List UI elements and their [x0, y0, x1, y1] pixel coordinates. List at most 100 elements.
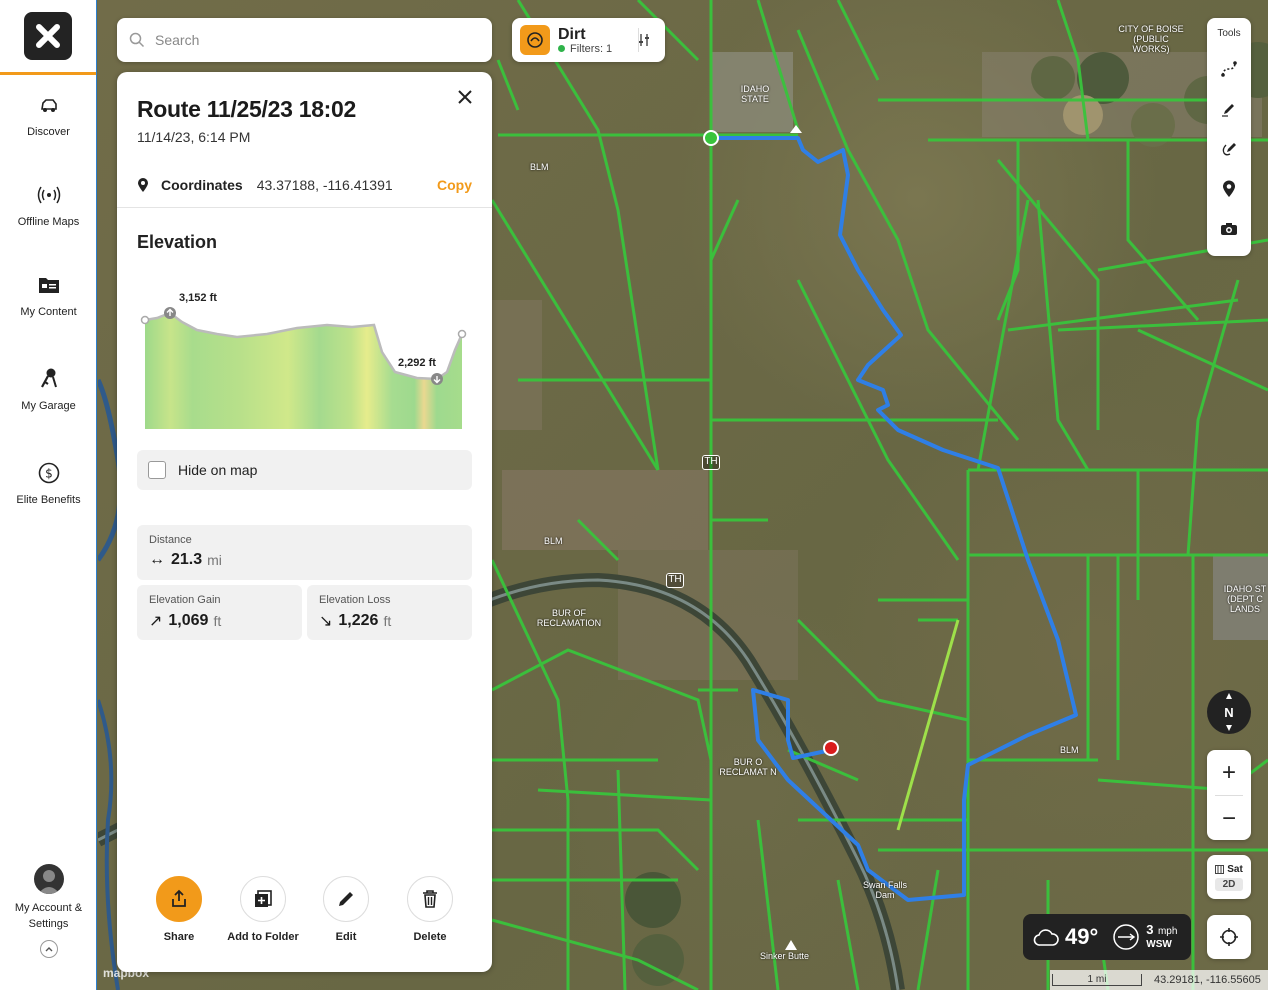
logo-area — [0, 0, 96, 75]
close-icon — [458, 90, 472, 104]
route-date: 11/14/23, 6:14 PM — [137, 129, 251, 145]
zoom-in-button[interactable]: + — [1207, 750, 1251, 795]
avatar — [33, 864, 64, 894]
draw-shape-tool[interactable] — [1215, 135, 1243, 163]
vehicle-discover-icon — [36, 92, 62, 118]
elevation-min-label: 2,292 ft — [398, 357, 436, 369]
share-icon — [156, 876, 202, 922]
stat-label: Elevation Loss — [319, 594, 391, 606]
elevation-heading: Elevation — [137, 232, 218, 252]
folder-content-icon — [36, 272, 62, 298]
trash-icon — [407, 876, 453, 922]
map-label-blm: BLM — [1060, 745, 1079, 755]
map-label-blm: BLM — [544, 536, 563, 546]
hide-on-map-checkbox[interactable] — [148, 461, 166, 479]
loss-value: 1,226 — [338, 612, 379, 629]
distance-unit: mi — [207, 552, 222, 568]
add-waypoint-tool[interactable] — [1215, 175, 1243, 203]
locate-me-button[interactable] — [1207, 915, 1251, 959]
filter-count: Filters: 1 — [570, 42, 613, 55]
sidebar-item-elite-benefits[interactable]: $ Elite Benefits — [0, 460, 97, 506]
gain-unit: ft — [213, 613, 222, 629]
temperature-value: 49° — [1065, 924, 1099, 949]
camera-icon — [1221, 223, 1237, 235]
loss-unit: ft — [383, 613, 392, 629]
status-dot — [558, 45, 565, 52]
zoom-controls: + − — [1207, 750, 1251, 840]
add-to-folder-button[interactable]: Add to Folder — [221, 876, 305, 943]
route-title: Route 11/25/23 18:02 — [137, 96, 357, 122]
onx-logo[interactable] — [24, 12, 72, 60]
chevron-up-icon[interactable] — [39, 940, 58, 958]
route-detail-panel: Route 11/25/23 18:02 11/14/23, 6:14 PM C… — [117, 72, 492, 972]
map-label-boise: CITY OF BOISE (PUBLIC WORKS) — [1118, 24, 1184, 54]
cloud-icon — [1033, 929, 1059, 946]
draw-line-tool[interactable] — [1215, 95, 1243, 123]
offline-signal-icon — [36, 182, 62, 208]
hide-on-map-label: Hide on map — [178, 462, 258, 478]
edit-button[interactable]: Edit — [304, 876, 388, 943]
weather-widget[interactable]: 49° 3 mph WSW — [1023, 914, 1191, 960]
dotted-path-icon — [1221, 61, 1237, 77]
svg-text:$: $ — [45, 467, 53, 481]
route-builder-tool[interactable] — [1215, 55, 1243, 83]
sidebar-item-label: Offline Maps — [17, 216, 80, 228]
coordinates-value: 43.37188, -116.41391 — [256, 177, 393, 193]
action-label: Share — [163, 931, 195, 943]
delete-button[interactable]: Delete — [388, 876, 472, 943]
map-label-idaho-st: IDAHO ST (DEPT C LANDS — [1223, 584, 1267, 614]
elevation-area — [145, 313, 462, 429]
map-label-bur-reclamation: BUR OF RECLAMATION — [536, 608, 602, 628]
keys-garage-icon — [36, 366, 62, 392]
shape-pen-icon — [1222, 143, 1236, 156]
map-label-swan-falls: Swan Falls Dam — [862, 880, 907, 900]
sidebar: Discover Offline Maps My Content My Gara… — [0, 0, 97, 990]
wind-compass-icon — [1113, 924, 1140, 950]
copy-coordinates-button[interactable]: Copy — [437, 177, 472, 193]
search-bar[interactable] — [117, 18, 492, 62]
sidebar-item-my-garage[interactable]: My Garage — [0, 366, 97, 412]
arrow-up-right-icon: ↗ — [149, 613, 163, 630]
trailhead-marker[interactable]: TH — [702, 455, 720, 470]
sidebar-item-discover[interactable]: Discover — [0, 92, 97, 138]
map-layer-filter[interactable]: Dirt Filters: 1 — [512, 18, 665, 62]
action-label: Add to Folder — [227, 931, 299, 943]
elevation-loss-stat: Elevation Loss ↘ 1,226 ft — [307, 585, 472, 640]
hide-on-map-toggle[interactable]: Hide on map — [137, 450, 472, 490]
trailhead-marker[interactable]: TH — [666, 573, 684, 588]
elevation-profile[interactable]: 3,152 ft 2,292 ft — [137, 282, 477, 432]
gain-value: 1,069 — [168, 612, 209, 629]
coordinates-label: Coordinates — [161, 177, 243, 193]
route-end-marker[interactable] — [823, 740, 839, 756]
sliders-icon[interactable] — [638, 33, 650, 47]
distance-stat: Distance ↔ 21.3 mi — [137, 525, 472, 580]
search-input[interactable] — [155, 32, 455, 48]
sidebar-item-label: Discover — [27, 126, 70, 138]
stat-label: Distance — [149, 534, 192, 546]
map-label-idaho-state: IDAHO STATE — [740, 84, 770, 104]
zoom-out-button[interactable]: − — [1207, 796, 1251, 841]
tools-label: Tools — [1217, 28, 1241, 39]
route-start-marker[interactable] — [703, 130, 719, 146]
map-layers-icon — [1215, 864, 1225, 874]
map-label-bur-reclamation: BUR O RECLAMAT N — [719, 757, 777, 777]
dollar-circle-icon: $ — [36, 460, 62, 486]
close-button[interactable] — [454, 86, 476, 108]
distance-value: 21.3 — [171, 551, 203, 568]
sidebar-item-my-content[interactable]: My Content — [0, 272, 97, 318]
peak-marker — [785, 940, 797, 950]
pencil-icon — [323, 876, 369, 922]
stat-label: Elevation Gain — [149, 594, 221, 606]
sidebar-item-account[interactable]: My Account & Settings — [0, 864, 97, 958]
arrow-down-right-icon: ↘ — [319, 613, 333, 630]
sidebar-item-offline-maps[interactable]: Offline Maps — [0, 182, 97, 228]
share-button[interactable]: Share — [137, 876, 221, 943]
map-label-blm: BLM — [530, 162, 549, 172]
map-style-button[interactable]: Sat 2D — [1207, 855, 1251, 899]
scale-label: 1 mi — [1052, 974, 1142, 986]
filter-title: Dirt — [558, 25, 586, 43]
compass-button[interactable]: N — [1207, 690, 1251, 734]
dirt-layer-icon — [520, 25, 550, 55]
add-photo-tool[interactable] — [1215, 215, 1243, 243]
elevation-max-label: 3,152 ft — [179, 292, 217, 304]
